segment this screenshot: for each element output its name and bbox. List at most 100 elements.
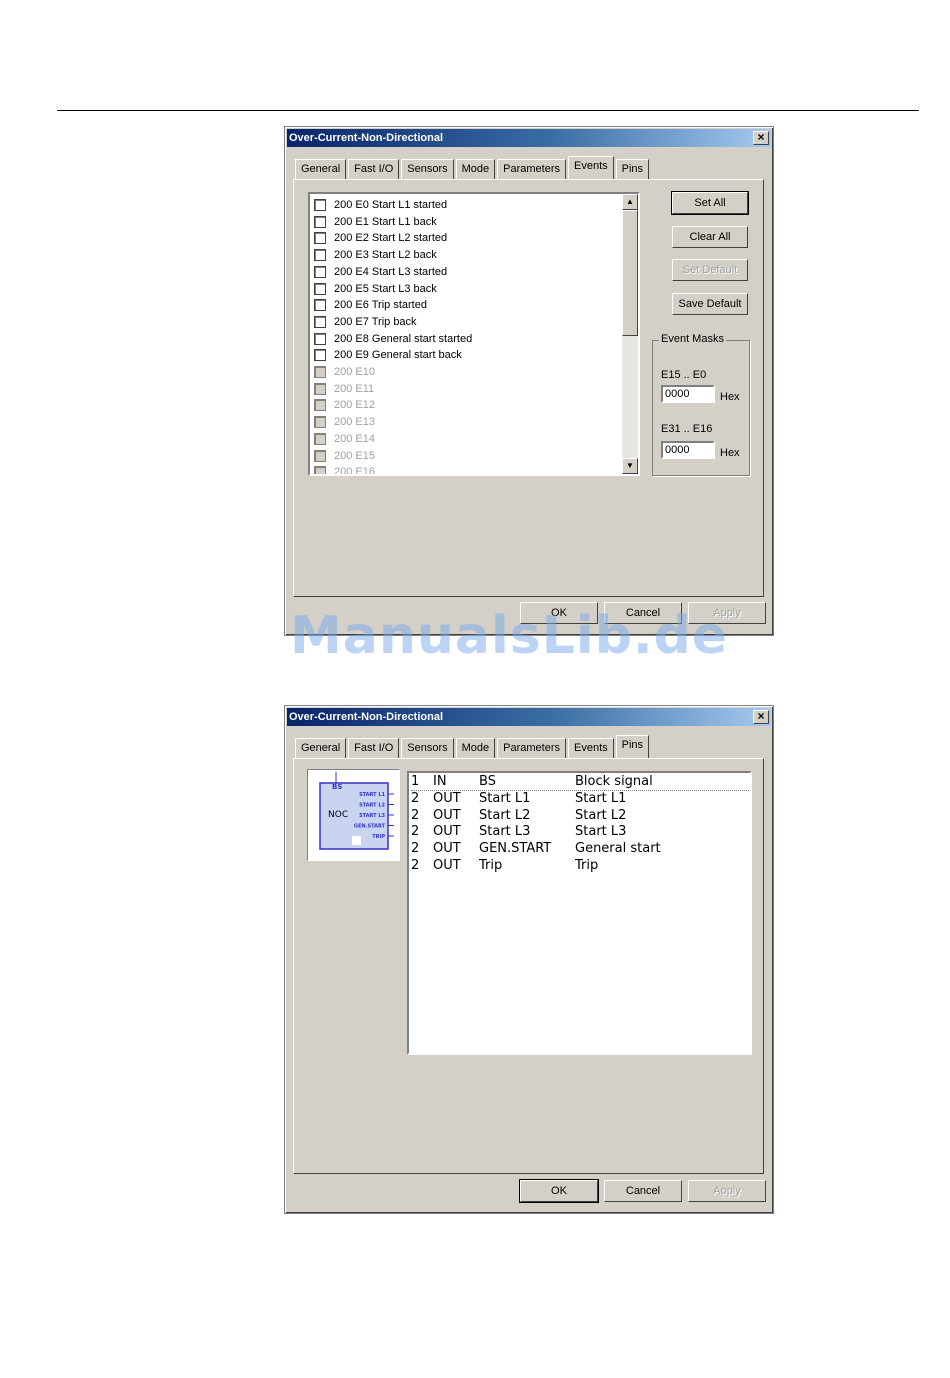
event-item[interactable]: 200 E4 Start L3 started — [314, 264, 447, 280]
apply-button[interactable]: Apply — [688, 1180, 766, 1202]
event-item[interactable]: 200 E8 General start started — [314, 331, 472, 347]
mask-low-label: E15 .. E0 — [661, 369, 707, 381]
event-item[interactable]: 200 E12 — [314, 397, 375, 413]
set-all-button[interactable]: Set All — [671, 191, 749, 215]
pin-name: BS — [479, 774, 496, 789]
pin-num: 2 — [411, 858, 420, 873]
pin-dir: IN — [433, 774, 447, 789]
close-button[interactable]: × — [753, 131, 769, 145]
scroll-down-button[interactable]: ▼ — [622, 458, 638, 474]
mask-low-input[interactable]: 0000 — [661, 385, 715, 403]
event-checkbox[interactable] — [314, 466, 326, 474]
event-checkbox[interactable] — [314, 349, 326, 362]
arrow-up-icon: ▲ — [626, 197, 634, 206]
cancel-button[interactable]: Cancel — [604, 1180, 682, 1202]
event-masks-title: Event Masks — [659, 333, 726, 345]
event-checkbox[interactable] — [314, 382, 326, 395]
ok-button[interactable]: OK — [519, 1179, 599, 1203]
tab-sensors[interactable]: Sensors — [401, 159, 454, 179]
event-checkbox[interactable] — [314, 449, 326, 462]
event-checkbox[interactable] — [314, 299, 326, 312]
events-listbox[interactable]: 200 E0 Start L1 started 200 E1 Start L1 b… — [308, 192, 640, 476]
tab-general[interactable]: General — [295, 738, 347, 758]
events-scrollbar[interactable]: ▲ ▼ — [622, 194, 638, 474]
tab-parameters[interactable]: Parameters — [497, 159, 567, 179]
tab-fast-io[interactable]: Fast I/O — [348, 738, 400, 758]
event-checkbox[interactable] — [314, 215, 326, 228]
tab-pins[interactable]: Pins — [615, 735, 650, 758]
mask-high-input[interactable]: 0000 — [661, 441, 715, 459]
tab-general[interactable]: General — [295, 159, 347, 179]
pin-desc: Start L1 — [575, 790, 627, 806]
event-item[interactable]: 200 E1 Start L1 back — [314, 214, 437, 230]
watermark: ManualsLib.de — [290, 606, 729, 666]
clear-all-button[interactable]: Clear All — [672, 226, 748, 248]
event-label: 200 E15 — [334, 449, 375, 462]
event-item[interactable]: 200 E14 — [314, 431, 375, 447]
close-button[interactable]: × — [753, 710, 769, 724]
pin-row[interactable]: 2 OUT GEN.START General start — [411, 840, 749, 857]
scroll-thumb[interactable] — [622, 210, 638, 336]
event-label: 200 E12 — [334, 399, 375, 412]
pin-row[interactable]: 2 OUT Start L1 Start L1 — [411, 790, 749, 807]
pin-row[interactable]: 1 IN BS Block signal — [411, 773, 749, 791]
event-item[interactable]: 200 E9 General start back — [314, 347, 462, 363]
event-checkbox[interactable] — [314, 332, 326, 345]
tab-pins[interactable]: Pins — [615, 159, 650, 179]
pin-row[interactable]: 2 OUT Start L2 Start L2 — [411, 807, 749, 824]
tab-strip: General Fast I/O Sensors Mode Parameters… — [295, 735, 651, 758]
block-output-label: START L3 — [359, 813, 385, 819]
event-item[interactable]: 200 E2 Start L2 started — [314, 230, 447, 246]
pin-desc: Start L3 — [575, 824, 627, 840]
event-label: 200 E2 Start L2 started — [334, 232, 448, 245]
save-default-button[interactable]: Save Default — [672, 293, 748, 315]
event-label: 200 E4 Start L3 started — [334, 265, 448, 278]
event-item[interactable]: 200 E11 — [314, 381, 374, 397]
pin-num: 2 — [411, 824, 420, 840]
event-item[interactable]: 200 E16 — [314, 464, 375, 474]
block-output-label: GEN.START — [354, 824, 386, 830]
event-label: 200 E3 Start L2 back — [334, 249, 437, 262]
event-checkbox[interactable] — [314, 282, 326, 295]
event-item[interactable]: 200 E0 Start L1 started — [314, 197, 447, 213]
event-checkbox[interactable] — [314, 366, 326, 379]
close-icon: × — [757, 130, 765, 144]
block-marker — [352, 836, 361, 845]
pin-row[interactable]: 2 OUT Trip Trip — [411, 857, 749, 874]
event-checkbox[interactable] — [314, 232, 326, 245]
tab-mode[interactable]: Mode — [455, 738, 496, 758]
block-input-label: BS — [332, 783, 342, 791]
event-item[interactable]: 200 E6 Trip started — [314, 297, 427, 313]
pin-name: Trip — [479, 858, 503, 873]
event-checkbox[interactable] — [314, 432, 326, 445]
block-output-label: TRIP — [372, 834, 385, 840]
dialog-title: Over-Current-Non-Directional × — [287, 129, 771, 147]
pin-desc: Start L2 — [575, 807, 627, 823]
pin-dir: OUT — [433, 790, 461, 806]
pin-desc: Block signal — [575, 774, 653, 789]
tab-events[interactable]: Events — [568, 738, 614, 758]
set-default-button[interactable]: Set Default — [672, 259, 748, 281]
arrow-down-icon: ▼ — [626, 461, 634, 470]
tab-mode[interactable]: Mode — [455, 159, 496, 179]
event-checkbox[interactable] — [314, 416, 326, 429]
event-checkbox[interactable] — [314, 399, 326, 412]
tab-events[interactable]: Events — [568, 156, 614, 179]
event-checkbox[interactable] — [314, 249, 326, 262]
event-checkbox[interactable] — [314, 199, 326, 212]
event-item[interactable]: 200 E5 Start L3 back — [314, 281, 437, 297]
event-item[interactable]: 200 E15 — [314, 448, 375, 464]
page-top-rule — [57, 110, 919, 111]
event-checkbox[interactable] — [314, 265, 326, 278]
tab-parameters[interactable]: Parameters — [497, 738, 567, 758]
event-item[interactable]: 200 E10 — [314, 364, 375, 380]
event-checkbox[interactable] — [314, 315, 326, 328]
scroll-up-button[interactable]: ▲ — [622, 194, 638, 210]
pins-list[interactable]: 1 IN BS Block signal 2 OUT Start L1 Start L1 2 OU… — [407, 771, 752, 1055]
event-item[interactable]: 200 E3 Start L2 back — [314, 247, 437, 263]
event-item[interactable]: 200 E7 Trip back — [314, 314, 417, 330]
tab-fast-io[interactable]: Fast I/O — [348, 159, 400, 179]
event-item[interactable]: 200 E13 — [314, 414, 375, 430]
pin-row[interactable]: 2 OUT Start L3 Start L3 — [411, 823, 749, 840]
tab-sensors[interactable]: Sensors — [401, 738, 454, 758]
